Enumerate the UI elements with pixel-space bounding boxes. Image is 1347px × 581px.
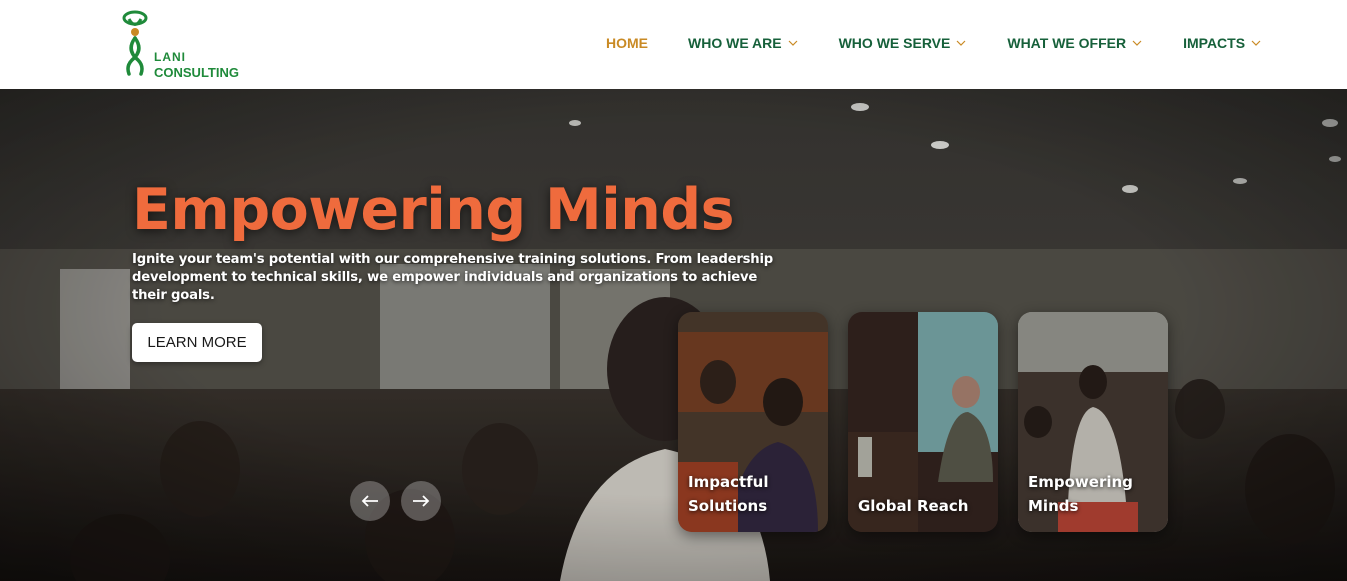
chevron-down-icon — [1251, 40, 1261, 46]
chevron-down-icon — [788, 40, 798, 46]
nav-item-label: IMPACTS — [1183, 35, 1246, 51]
nav-item-label: WHAT WE OFFER — [1007, 35, 1127, 51]
nav-item-label: HOME — [606, 35, 648, 51]
brand-name: LANI CONSULTING — [154, 50, 239, 80]
nav-item-label: WHO WE ARE — [688, 35, 782, 51]
hero-description: Ignite your team's potential with our co… — [132, 252, 774, 303]
slide-card-global-reach[interactable]: Global Reach — [848, 312, 998, 532]
site-header: LANI CONSULTING HOME WHO WE ARE WHO WE S… — [0, 0, 1347, 89]
hero-slider: Empowering Minds Ignite your team's pote… — [0, 89, 1347, 581]
card-label: Impactful Solutions — [688, 473, 769, 515]
brand-line1: LANI — [154, 50, 186, 64]
nav-item-what-we-offer[interactable]: WHAT WE OFFER — [1007, 35, 1143, 51]
slider-prev-button[interactable] — [350, 481, 390, 521]
nav-item-home[interactable]: HOME — [606, 35, 648, 51]
nav-item-who-we-serve[interactable]: WHO WE SERVE — [839, 35, 968, 51]
learn-more-button[interactable]: LEARN MORE — [132, 323, 262, 362]
slider-next-button[interactable] — [401, 481, 441, 521]
slide-card-empowering-minds[interactable]: Empowering Minds — [1018, 312, 1168, 532]
nav-item-impacts[interactable]: IMPACTS — [1183, 35, 1262, 51]
nav-item-label: WHO WE SERVE — [838, 35, 951, 51]
brand-logo[interactable]: LANI CONSULTING — [120, 10, 260, 80]
chevron-down-icon — [956, 40, 966, 46]
slide-card-impactful-solutions[interactable]: Impactful Solutions — [678, 312, 828, 532]
nav-item-who-we-are[interactable]: WHO WE ARE — [688, 35, 799, 51]
brand-line2: CONSULTING — [154, 65, 239, 80]
hero-title: Empowering Minds — [132, 177, 735, 243]
card-label: Global Reach — [858, 497, 969, 515]
logo-figure-icon — [122, 10, 148, 76]
main-nav: HOME WHO WE ARE WHO WE SERVE WHAT WE OFF… — [606, 32, 1262, 54]
chevron-down-icon — [1132, 40, 1142, 46]
arrow-right-icon — [413, 495, 430, 507]
card-label: Empowering Minds — [1028, 473, 1133, 515]
arrow-left-icon — [361, 495, 378, 507]
